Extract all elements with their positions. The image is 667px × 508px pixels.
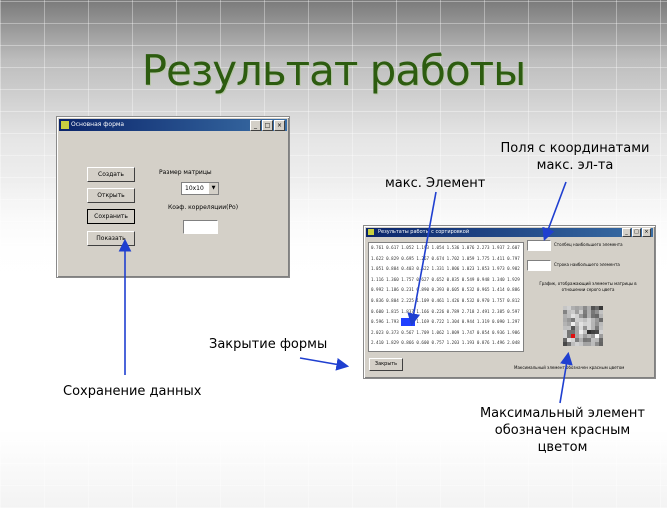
arrow-coord-fields (542, 181, 567, 241)
arrow-max-red (559, 351, 573, 404)
arrow-max-element (407, 191, 437, 327)
annotation-arrows (118, 181, 573, 404)
arrow-close-form (299, 357, 350, 371)
